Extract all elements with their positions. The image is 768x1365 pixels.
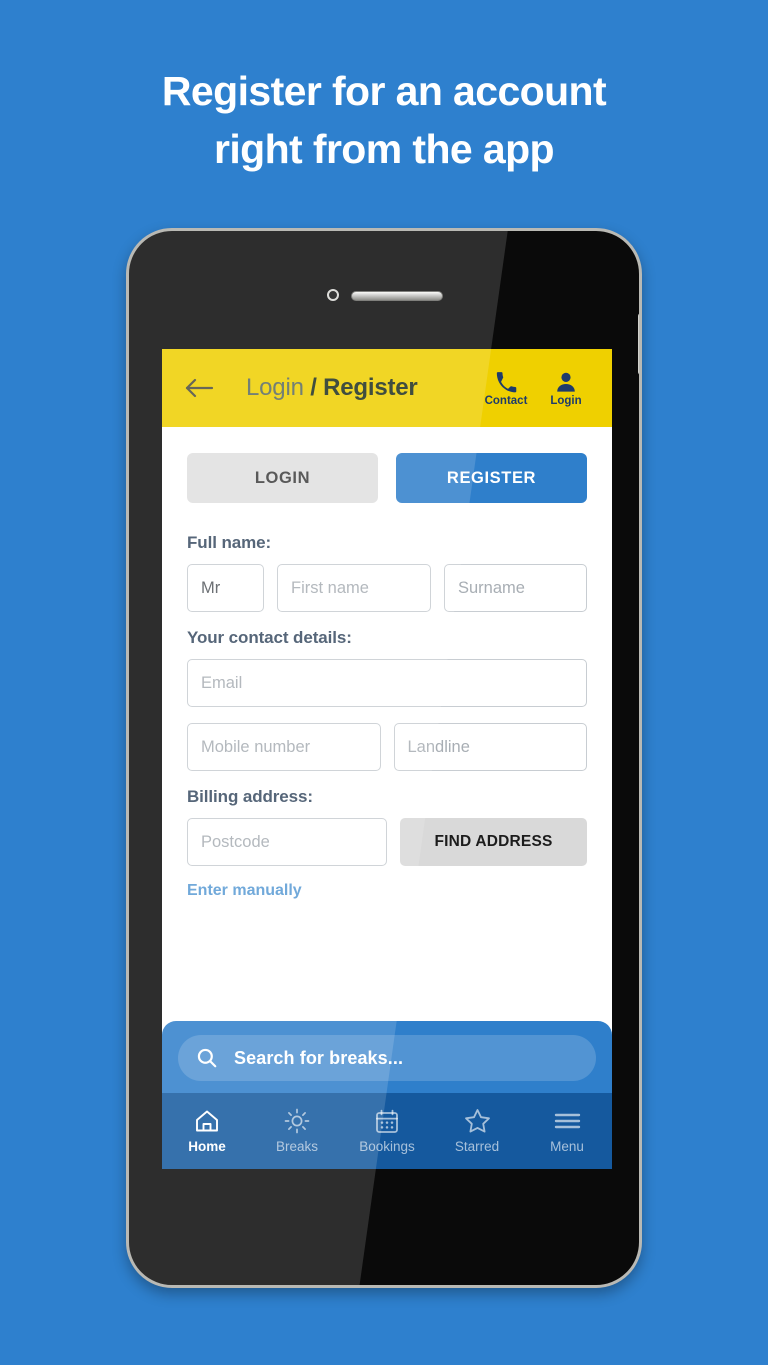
header-action-contact[interactable]: Contact <box>476 368 536 408</box>
full-name-row: Mr First name Surname <box>187 564 588 612</box>
search-placeholder: Search for breaks... <box>234 1047 404 1068</box>
nav-item-starred-label: Starred <box>454 1139 500 1154</box>
landline-input[interactable]: Landline <box>393 723 587 771</box>
label-billing-address: Billing address: <box>187 787 313 806</box>
nav-item-menu-label: Menu <box>550 1139 584 1154</box>
enter-manually-link[interactable]: Enter manually <box>187 882 587 900</box>
nav-item-breaks-label: Breaks <box>275 1139 319 1154</box>
surname-input[interactable]: Surname <box>444 564 588 612</box>
email-row: Email <box>187 659 587 707</box>
auth-tab-row: LOGIN REGISTER <box>187 453 587 503</box>
home-icon <box>194 1108 220 1134</box>
phone-icon <box>495 368 517 394</box>
postcode-row: Postcode FIND ADDRESS <box>187 818 587 866</box>
phone-screen: Login / Register Contact Login LOGIN REG… <box>162 349 612 1169</box>
arrow-left-icon[interactable] <box>182 371 216 405</box>
page-title-line-1: Register for an account <box>161 68 607 114</box>
tab-register[interactable]: REGISTER <box>396 453 587 503</box>
star-icon <box>464 1108 491 1134</box>
earpiece-speaker-icon <box>351 291 443 301</box>
find-address-button[interactable]: FIND ADDRESS <box>400 818 587 866</box>
page-title-line-2: right from the app <box>214 126 555 172</box>
nav-item-bookings[interactable]: Bookings <box>342 1108 432 1154</box>
front-camera-icon <box>327 289 339 301</box>
nav-item-menu[interactable]: Menu <box>522 1108 612 1154</box>
first-name-input[interactable]: First name <box>277 564 431 612</box>
mobile-number-input[interactable]: Mobile number <box>187 723 381 771</box>
page-title: Register for an account right from the a… <box>0 62 768 178</box>
nav-item-home-label: Home <box>188 1139 226 1154</box>
nav-item-home[interactable]: Home <box>162 1108 252 1154</box>
search-bar-container: Search for breaks... <box>162 1021 612 1093</box>
header-action-contact-label: Contact <box>484 395 528 407</box>
sun-icon <box>284 1108 310 1134</box>
postcode-input[interactable]: Postcode <box>187 818 387 866</box>
search-icon <box>196 1047 218 1069</box>
email-input[interactable]: Email <box>187 659 587 707</box>
search-input[interactable]: Search for breaks... <box>178 1035 596 1081</box>
label-full-name: Full name: <box>187 533 272 552</box>
app-title: Login / Register <box>246 374 476 402</box>
person-icon <box>555 368 577 394</box>
tab-login[interactable]: LOGIN <box>187 453 378 503</box>
bottom-navigation-bar: Home Breaks Bookings Starred Menu <box>162 1093 612 1169</box>
phone-top-bezel <box>129 231 639 345</box>
label-contact-details: Your contact details: <box>187 628 352 647</box>
calendar-icon <box>375 1108 399 1134</box>
app-title-register: / Register <box>310 374 418 401</box>
hamburger-menu-icon <box>554 1108 581 1134</box>
register-form: LOGIN REGISTER Full name: Mr First name … <box>162 427 612 1067</box>
nav-item-breaks[interactable]: Breaks <box>252 1108 342 1154</box>
header-action-login-label: Login <box>550 395 582 407</box>
title-select[interactable]: Mr <box>187 564 264 612</box>
app-title-login: Login <box>246 374 311 401</box>
nav-item-starred[interactable]: Starred <box>432 1108 522 1154</box>
phone-mockup: Login / Register Contact Login LOGIN REG… <box>126 228 642 1288</box>
nav-item-bookings-label: Bookings <box>359 1139 415 1154</box>
app-header: Login / Register Contact Login <box>162 349 612 427</box>
phone-row: Mobile number Landline <box>187 723 587 771</box>
bottom-dock: Search for breaks... Home Breaks Booking… <box>162 1021 612 1169</box>
header-action-login[interactable]: Login <box>536 368 596 408</box>
